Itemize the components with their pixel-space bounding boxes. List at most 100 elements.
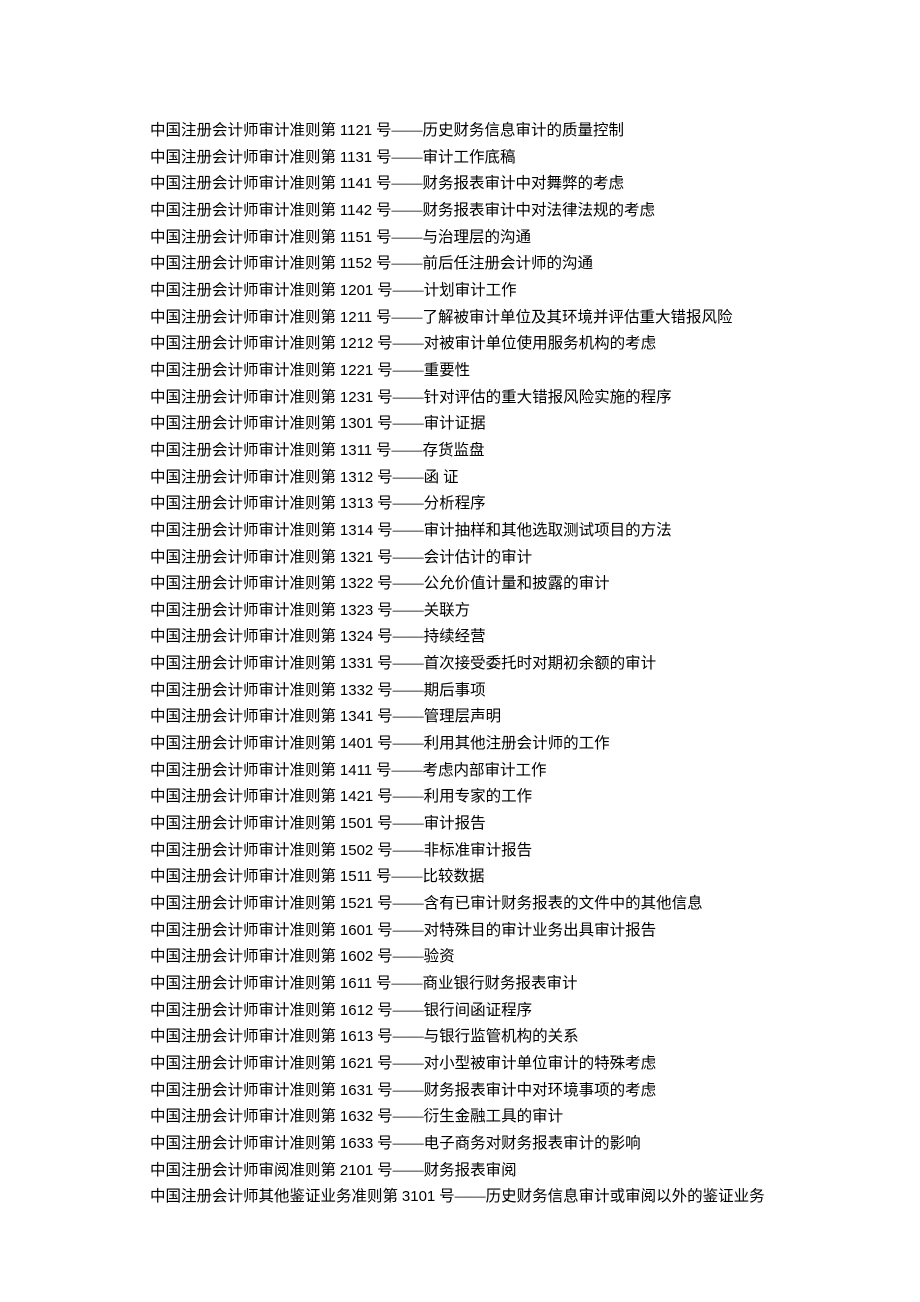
list-item: 中国注册会计师审计准则第 1621 号——对小型被审计单位审计的特殊考虑 bbox=[118, 1051, 860, 1078]
item-separator: 号—— bbox=[373, 1135, 423, 1152]
item-prefix: 中国注册会计师审计准则第 bbox=[150, 229, 340, 246]
item-title: 含有已审计财务报表的文件中的其他信息 bbox=[424, 895, 703, 912]
item-prefix: 中国注册会计师审计准则第 bbox=[150, 175, 340, 192]
item-separator: 号—— bbox=[372, 255, 422, 272]
item-separator: 号—— bbox=[373, 922, 423, 939]
item-separator: 号—— bbox=[373, 549, 423, 566]
list-item: 中国注册会计师审计准则第 1611 号——商业银行财务报表审计 bbox=[118, 971, 860, 998]
item-title: 考虑内部审计工作 bbox=[423, 762, 547, 779]
list-item: 中国注册会计师审计准则第 1633 号——电子商务对财务报表审计的影响 bbox=[118, 1131, 860, 1158]
item-prefix: 中国注册会计师审计准则第 bbox=[150, 415, 340, 432]
item-prefix: 中国注册会计师审阅准则第 bbox=[150, 1162, 340, 1179]
item-number: 1323 bbox=[340, 602, 373, 619]
item-separator: 号—— bbox=[372, 309, 422, 326]
list-item: 中国注册会计师审计准则第 1131 号——审计工作底稿 bbox=[118, 145, 860, 172]
item-title: 函 证 bbox=[424, 469, 459, 486]
item-number: 1631 bbox=[340, 1082, 373, 1099]
list-item: 中国注册会计师审计准则第 1121 号——历史财务信息审计的质量控制 bbox=[118, 118, 860, 145]
item-separator: 号—— bbox=[372, 122, 422, 139]
item-separator: 号—— bbox=[373, 415, 423, 432]
list-item: 中国注册会计师审计准则第 1511 号——比较数据 bbox=[118, 864, 860, 891]
item-title: 公允价值计量和披露的审计 bbox=[424, 575, 610, 592]
list-item: 中国注册会计师审计准则第 1401 号——利用其他注册会计师的工作 bbox=[118, 731, 860, 758]
item-number: 2101 bbox=[340, 1162, 373, 1179]
item-title: 财务报表审计中对法律法规的考虑 bbox=[423, 202, 656, 219]
item-separator: 号—— bbox=[373, 1055, 423, 1072]
item-prefix: 中国注册会计师审计准则第 bbox=[150, 788, 340, 805]
item-number: 1322 bbox=[340, 575, 373, 592]
item-separator: 号—— bbox=[373, 735, 423, 752]
item-title: 会计估计的审计 bbox=[424, 549, 533, 566]
item-number: 1311 bbox=[340, 442, 372, 459]
list-item: 中国注册会计师审计准则第 1301 号——审计证据 bbox=[118, 411, 860, 438]
item-prefix: 中国注册会计师其他鉴证业务准则第 bbox=[150, 1188, 402, 1205]
item-prefix: 中国注册会计师审计准则第 bbox=[150, 655, 340, 672]
item-title: 管理层声明 bbox=[424, 708, 502, 725]
list-item: 中国注册会计师审计准则第 1502 号——非标准审计报告 bbox=[118, 838, 860, 865]
list-item: 中国注册会计师审阅准则第 2101 号——财务报表审阅 bbox=[118, 1158, 860, 1185]
list-item: 中国注册会计师审计准则第 1332 号——期后事项 bbox=[118, 678, 860, 705]
item-number: 1131 bbox=[340, 149, 372, 166]
list-item: 中国注册会计师审计准则第 1501 号——审计报告 bbox=[118, 811, 860, 838]
item-number: 1511 bbox=[340, 868, 372, 885]
item-prefix: 中国注册会计师审计准则第 bbox=[150, 122, 340, 139]
item-number: 1411 bbox=[340, 762, 372, 779]
item-prefix: 中国注册会计师审计准则第 bbox=[150, 682, 340, 699]
list-item: 中国注册会计师审计准则第 1313 号——分析程序 bbox=[118, 491, 860, 518]
item-title: 与治理层的沟通 bbox=[423, 229, 532, 246]
item-number: 1502 bbox=[340, 842, 373, 859]
item-number: 1152 bbox=[340, 255, 372, 272]
list-item: 中国注册会计师审计准则第 1601 号——对特殊目的审计业务出具审计报告 bbox=[118, 918, 860, 945]
item-separator: 号—— bbox=[372, 442, 422, 459]
item-prefix: 中国注册会计师审计准则第 bbox=[150, 1108, 340, 1125]
item-number: 1611 bbox=[340, 975, 372, 992]
item-separator: 号—— bbox=[373, 362, 423, 379]
item-number: 1521 bbox=[340, 895, 373, 912]
item-separator: 号—— bbox=[373, 895, 423, 912]
item-separator: 号—— bbox=[435, 1188, 485, 1205]
item-separator: 号—— bbox=[372, 762, 422, 779]
item-title: 财务报表审计中对环境事项的考虑 bbox=[424, 1082, 657, 1099]
item-prefix: 中国注册会计师审计准则第 bbox=[150, 1135, 340, 1152]
item-number: 1401 bbox=[340, 735, 373, 752]
item-number: 1331 bbox=[340, 655, 373, 672]
list-item: 中国注册会计师其他鉴证业务准则第 3101 号——历史财务信息审计或审阅以外的鉴… bbox=[118, 1184, 860, 1211]
item-separator: 号—— bbox=[373, 708, 423, 725]
item-title: 存货监盘 bbox=[423, 442, 485, 459]
item-prefix: 中国注册会计师审计准则第 bbox=[150, 442, 340, 459]
item-separator: 号—— bbox=[373, 1108, 423, 1125]
item-number: 1633 bbox=[340, 1135, 373, 1152]
item-separator: 号—— bbox=[373, 282, 423, 299]
item-separator: 号—— bbox=[373, 389, 423, 406]
item-prefix: 中国注册会计师审计准则第 bbox=[150, 1055, 340, 1072]
item-title: 审计报告 bbox=[424, 815, 486, 832]
item-prefix: 中国注册会计师审计准则第 bbox=[150, 762, 340, 779]
item-number: 1121 bbox=[340, 122, 372, 139]
item-separator: 号—— bbox=[372, 229, 422, 246]
item-number: 1313 bbox=[340, 495, 373, 512]
item-title: 首次接受委托时对期初余额的审计 bbox=[424, 655, 657, 672]
list-item: 中国注册会计师审计准则第 1341 号——管理层声明 bbox=[118, 704, 860, 731]
item-separator: 号—— bbox=[373, 682, 423, 699]
item-separator: 号—— bbox=[373, 522, 423, 539]
item-separator: 号—— bbox=[373, 335, 423, 352]
item-separator: 号—— bbox=[373, 1082, 423, 1099]
item-prefix: 中国注册会计师审计准则第 bbox=[150, 202, 340, 219]
item-separator: 号—— bbox=[373, 469, 423, 486]
item-separator: 号—— bbox=[373, 1028, 423, 1045]
item-separator: 号—— bbox=[372, 868, 422, 885]
list-item: 中国注册会计师审计准则第 1151 号——与治理层的沟通 bbox=[118, 225, 860, 252]
item-number: 1201 bbox=[340, 282, 373, 299]
item-separator: 号—— bbox=[372, 975, 422, 992]
list-item: 中国注册会计师审计准则第 1324 号——持续经营 bbox=[118, 624, 860, 651]
item-prefix: 中国注册会计师审计准则第 bbox=[150, 1028, 340, 1045]
list-item: 中国注册会计师审计准则第 1323 号——关联方 bbox=[118, 598, 860, 625]
item-title: 电子商务对财务报表审计的影响 bbox=[424, 1135, 641, 1152]
item-prefix: 中国注册会计师审计准则第 bbox=[150, 1002, 340, 1019]
item-prefix: 中国注册会计师审计准则第 bbox=[150, 149, 340, 166]
item-title: 审计证据 bbox=[424, 415, 486, 432]
item-number: 1421 bbox=[340, 788, 373, 805]
item-number: 1341 bbox=[340, 708, 373, 725]
item-title: 计划审计工作 bbox=[424, 282, 517, 299]
list-item: 中国注册会计师审计准则第 1142 号——财务报表审计中对法律法规的考虑 bbox=[118, 198, 860, 225]
